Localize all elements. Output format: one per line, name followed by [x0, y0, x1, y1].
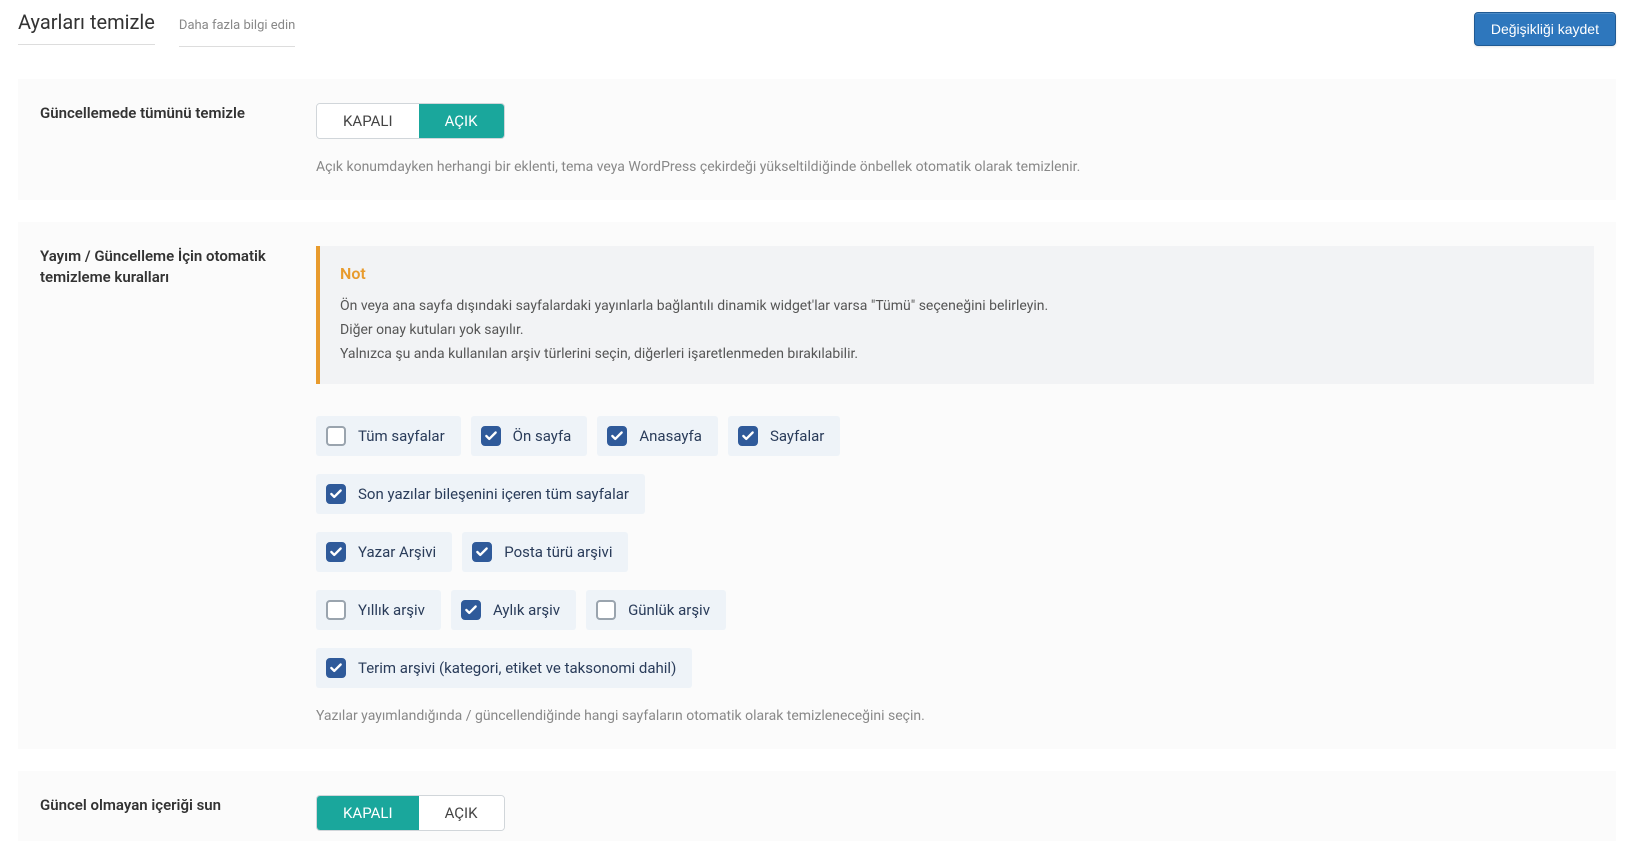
- checkbox-checked-icon: [326, 542, 346, 562]
- checkbox-checked-icon: [481, 426, 501, 446]
- section-desc: Yazılar yayımlandığında / güncellendiğin…: [316, 706, 1594, 727]
- checkbox-checked-icon: [461, 600, 481, 620]
- checkbox-item[interactable]: Günlük arşiv: [586, 590, 726, 630]
- checkbox-row: Terim arşivi (kategori, etiket ve takson…: [316, 648, 1594, 688]
- checkbox-item[interactable]: Yıllık arşiv: [316, 590, 441, 630]
- checkbox-label: Terim arşivi (kategori, etiket ve takson…: [358, 659, 676, 677]
- checkbox-item[interactable]: Terim arşivi (kategori, etiket ve takson…: [316, 648, 692, 688]
- checkbox-item[interactable]: Anasayfa: [597, 416, 718, 456]
- section-body: KAPALI AÇIK Açık konumdayken herhangi bi…: [316, 103, 1594, 178]
- checkbox-label: Anasayfa: [639, 427, 702, 445]
- checkbox-unchecked-icon: [596, 600, 616, 620]
- toggle-off[interactable]: KAPALI: [317, 796, 419, 830]
- checkbox-label: Günlük arşiv: [628, 601, 710, 619]
- checkbox-label: Yazar Arşivi: [358, 543, 436, 561]
- checkbox-checked-icon: [472, 542, 492, 562]
- checkbox-label: Yıllık arşiv: [358, 601, 425, 619]
- section-label: Güncel olmayan içeriği sun: [40, 795, 296, 831]
- checkbox-checked-icon: [738, 426, 758, 446]
- section-label: Yayım / Güncelleme İçin otomatik temizle…: [40, 246, 296, 727]
- checkbox-label: Sayfalar: [770, 427, 824, 445]
- checkbox-grid: Tüm sayfalar Ön sayfa Anasayfa Sayfalar Son …: [316, 416, 1594, 688]
- checkbox-row: Son yazılar bileşenini içeren tüm sayfal…: [316, 474, 1594, 514]
- header: Ayarları temizle Daha fazla bilgi edin D…: [18, 4, 1616, 57]
- note-line: Yalnızca şu anda kullanılan arşiv türler…: [340, 343, 1574, 367]
- checkbox-row: Yazar Arşivi Posta türü arşivi: [316, 532, 1594, 572]
- toggle-off[interactable]: KAPALI: [317, 104, 419, 138]
- checkbox-item[interactable]: Tüm sayfalar: [316, 416, 461, 456]
- checkbox-label: Posta türü arşivi: [504, 543, 612, 561]
- note-line: Ön veya ana sayfa dışındaki sayfalardaki…: [340, 295, 1574, 319]
- checkbox-checked-icon: [607, 426, 627, 446]
- note-title: Not: [340, 264, 1574, 283]
- checkbox-item[interactable]: Aylık arşiv: [451, 590, 576, 630]
- toggle-on[interactable]: AÇIK: [419, 104, 504, 138]
- section-purge-on-update: Güncellemede tümünü temizle KAPALI AÇIK …: [18, 79, 1616, 200]
- note-line: Diğer onay kutuları yok sayılır.: [340, 319, 1574, 343]
- checkbox-item[interactable]: Son yazılar bileşenini içeren tüm sayfal…: [316, 474, 645, 514]
- section-body: Not Ön veya ana sayfa dışındaki sayfalar…: [316, 246, 1594, 727]
- checkbox-item[interactable]: Posta türü arşivi: [462, 532, 628, 572]
- section-body: KAPALI AÇIK: [316, 795, 1594, 831]
- header-left: Ayarları temizle Daha fazla bilgi edin: [18, 10, 295, 47]
- checkbox-label: Ön sayfa: [513, 427, 572, 445]
- toggle-on[interactable]: AÇIK: [419, 796, 504, 830]
- checkbox-unchecked-icon: [326, 600, 346, 620]
- toggle-serve-stale: KAPALI AÇIK: [316, 795, 505, 831]
- checkbox-row: Yıllık arşiv Aylık arşiv Günlük arşiv: [316, 590, 1594, 630]
- learn-more-link[interactable]: Daha fazla bilgi edin: [179, 18, 295, 47]
- checkbox-checked-icon: [326, 658, 346, 678]
- checkbox-row: Tüm sayfalar Ön sayfa Anasayfa Sayfalar: [316, 416, 1594, 456]
- toggle-purge-on-update: KAPALI AÇIK: [316, 103, 505, 139]
- checkbox-item[interactable]: Ön sayfa: [471, 416, 588, 456]
- checkbox-label: Aylık arşiv: [493, 601, 560, 619]
- checkbox-unchecked-icon: [326, 426, 346, 446]
- section-serve-stale: Güncel olmayan içeriği sun KAPALI AÇIK: [18, 771, 1616, 841]
- page-title: Ayarları temizle: [18, 10, 155, 45]
- checkbox-item[interactable]: Sayfalar: [728, 416, 840, 456]
- section-auto-purge-rules: Yayım / Güncelleme İçin otomatik temizle…: [18, 222, 1616, 749]
- checkbox-checked-icon: [326, 484, 346, 504]
- checkbox-label: Tüm sayfalar: [358, 427, 445, 445]
- section-label: Güncellemede tümünü temizle: [40, 103, 296, 178]
- section-desc: Açık konumdayken herhangi bir eklenti, t…: [316, 157, 1594, 178]
- checkbox-label: Son yazılar bileşenini içeren tüm sayfal…: [358, 485, 629, 503]
- checkbox-item[interactable]: Yazar Arşivi: [316, 532, 452, 572]
- note-box: Not Ön veya ana sayfa dışındaki sayfalar…: [316, 246, 1594, 384]
- save-button[interactable]: Değişikliği kaydet: [1474, 12, 1616, 46]
